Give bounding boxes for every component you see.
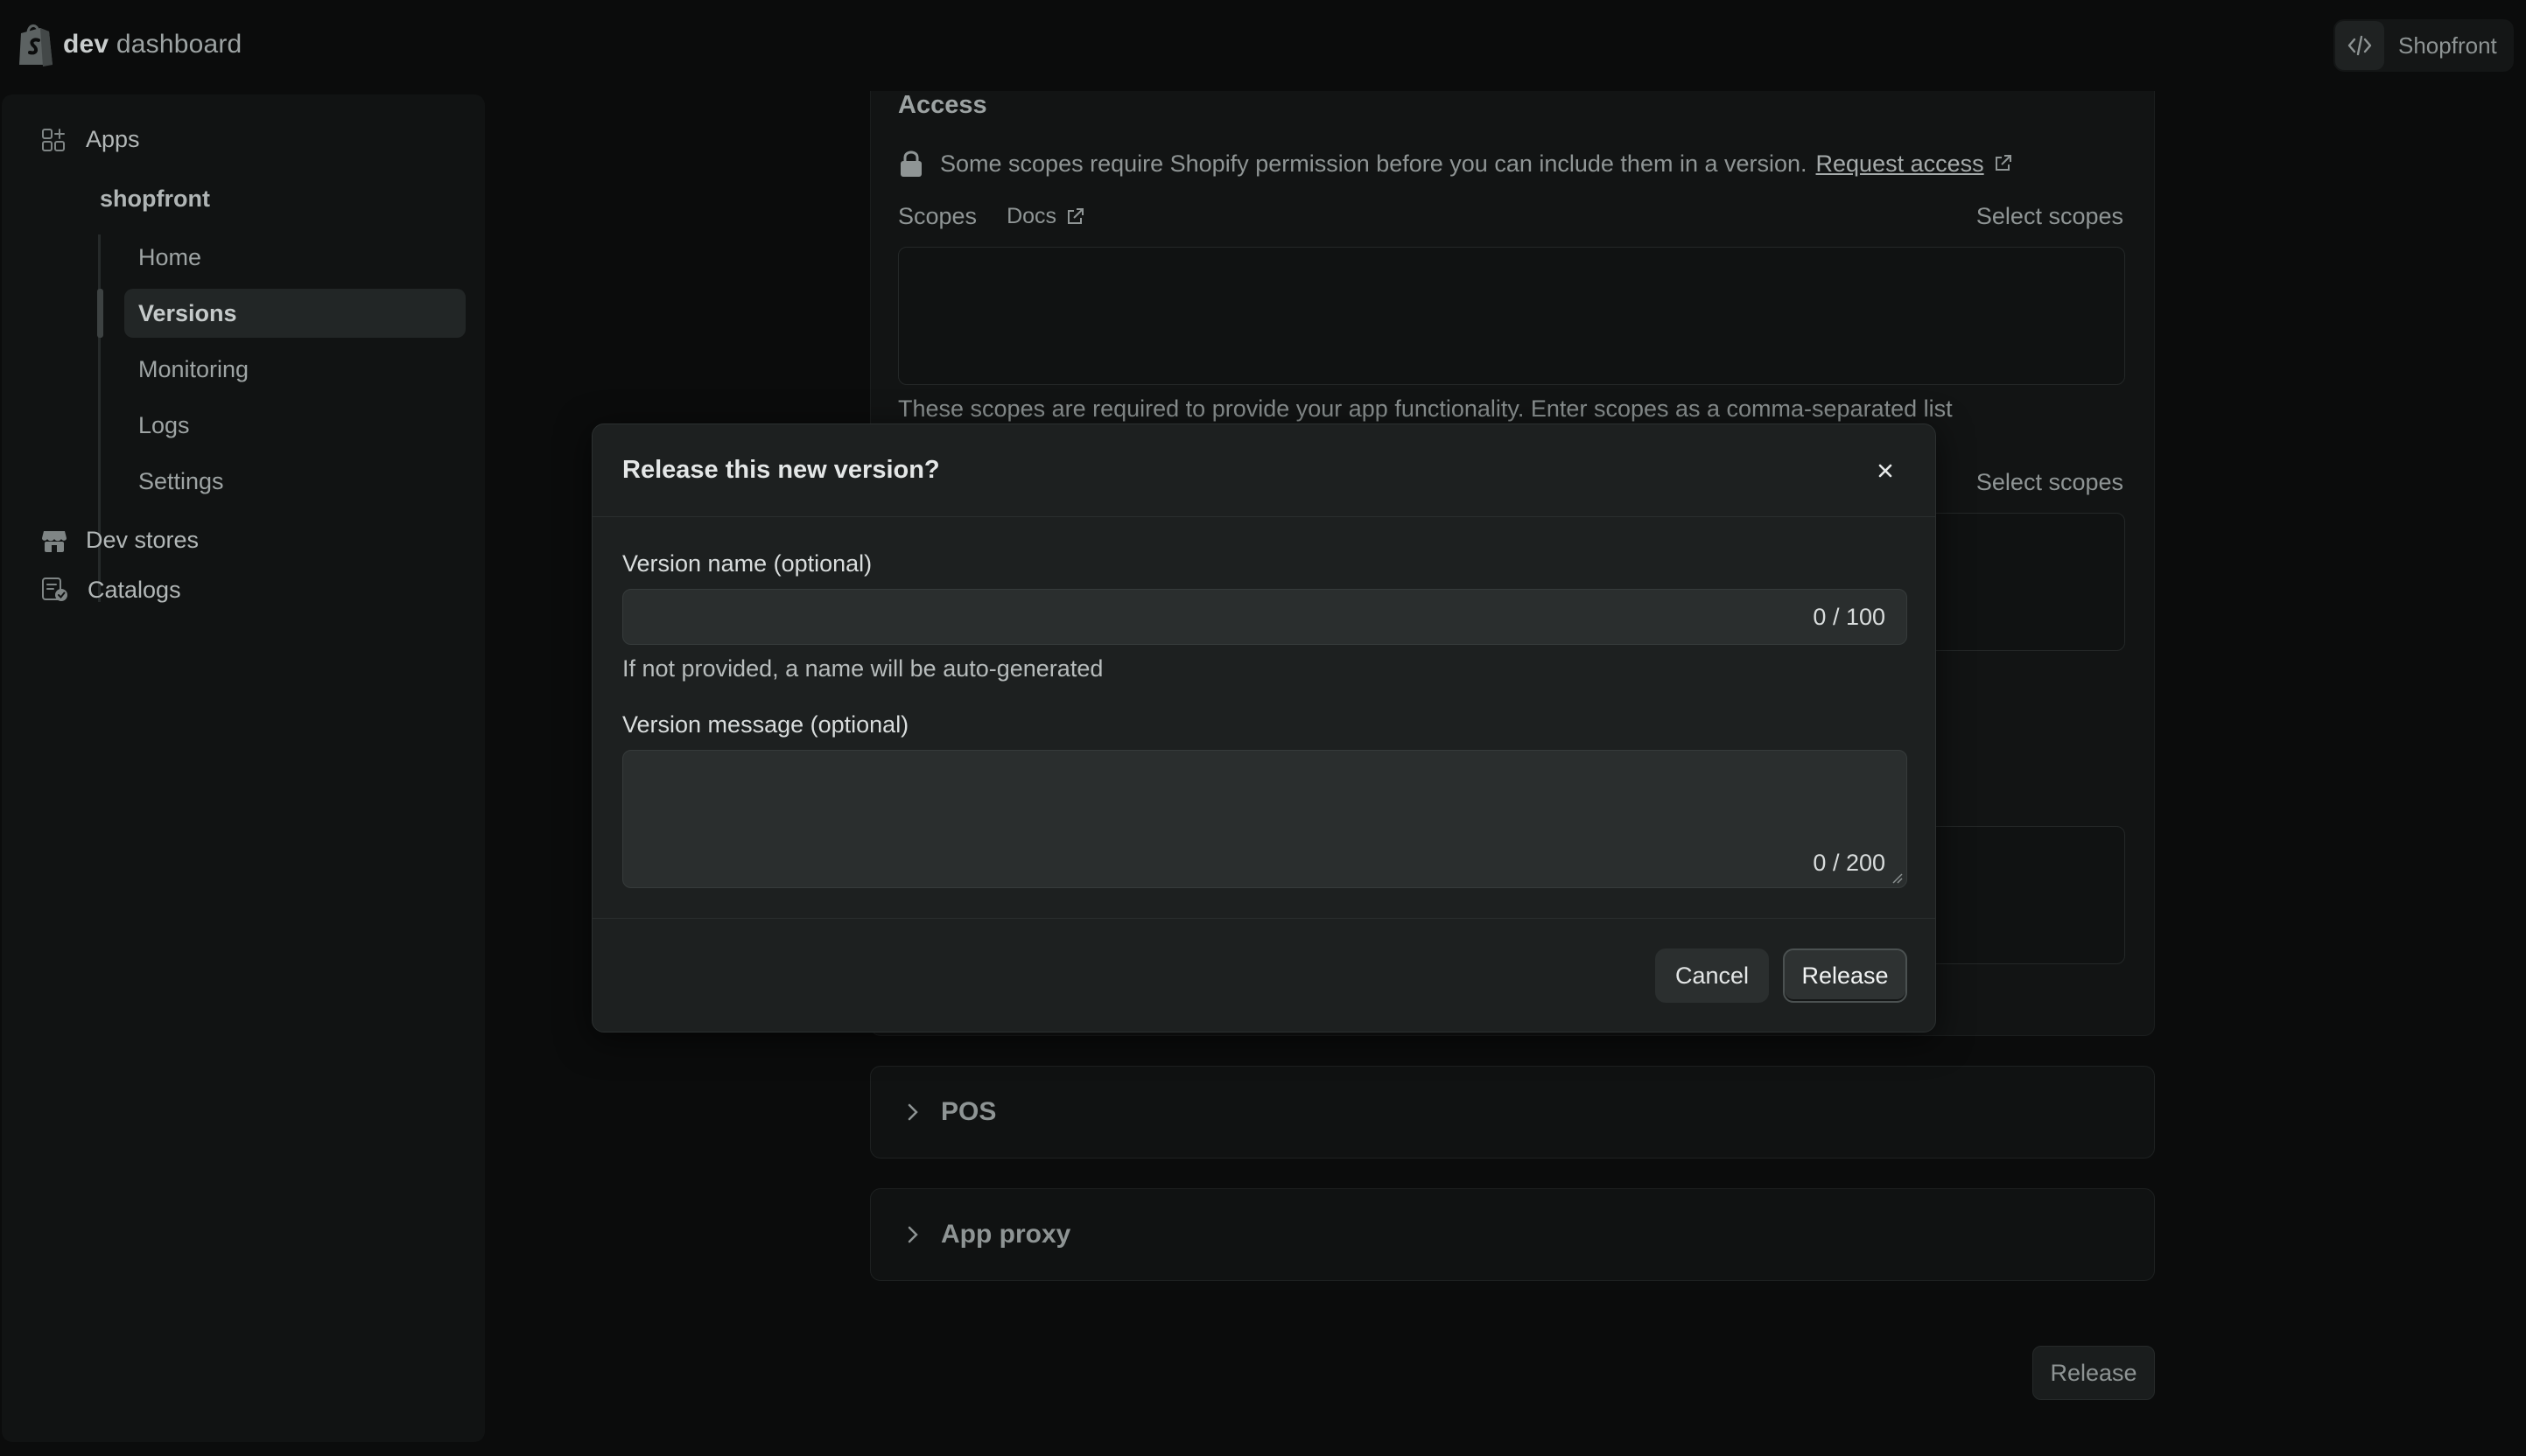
select-scopes-button[interactable]: Select scopes <box>1976 203 2123 230</box>
sidebar: Apps shopfront Home Versions Monitoring … <box>2 94 485 1442</box>
app-proxy-section-title: App proxy <box>941 1220 1071 1249</box>
sidebar-item-dev-stores[interactable]: Dev stores <box>40 527 199 554</box>
shopify-logo-icon <box>19 24 53 66</box>
scopes-help-text: These scopes are required to provide you… <box>898 396 1953 422</box>
brand-title-bold: dev <box>63 30 109 59</box>
brand[interactable]: dev dashboard <box>14 21 242 68</box>
scopes-label: Scopes <box>898 203 978 229</box>
version-message-counter: 0 / 200 <box>1813 850 1885 876</box>
sidebar-item-dev-stores-label: Dev stores <box>86 527 200 553</box>
docs-link[interactable]: Docs <box>1007 204 1088 229</box>
sidebar-item-apps[interactable]: Apps <box>40 126 140 153</box>
version-message-textarea[interactable]: 0 / 200 <box>622 750 1907 888</box>
pos-section-title: POS <box>941 1097 997 1126</box>
store-switcher[interactable]: Shopfront <box>2333 19 2514 72</box>
brand-title-rest: dashboard <box>116 30 242 59</box>
catalog-icon <box>42 578 67 601</box>
close-icon[interactable] <box>1870 456 1900 486</box>
release-version-modal: Release this new version? Version name (… <box>592 424 1936 1032</box>
sidebar-item-versions[interactable]: Versions <box>124 289 466 338</box>
version-name-label: Version name (optional) <box>622 550 873 577</box>
release-button[interactable]: Release <box>1783 948 1907 1003</box>
chevron-right-icon <box>908 1103 918 1121</box>
sidebar-item-home[interactable]: Home <box>124 233 466 282</box>
access-note: Some scopes require Shopify permission b… <box>898 149 2016 178</box>
modal-header: Release this new version? <box>593 424 1935 517</box>
sidebar-item-monitoring[interactable]: Monitoring <box>124 345 466 394</box>
page-release-button[interactable]: Release <box>2032 1346 2155 1400</box>
modal-title: Release this new version? <box>622 456 940 484</box>
request-access-link-label: Request access <box>1815 150 1984 177</box>
sidebar-item-catalogs[interactable]: Catalogs <box>40 576 181 604</box>
cancel-button[interactable]: Cancel <box>1655 948 1769 1003</box>
top-bar: dev dashboard Shopfront <box>0 0 2526 91</box>
version-name-help: If not provided, a name will be auto-gen… <box>622 655 1104 682</box>
external-link-icon <box>1995 155 2011 171</box>
apps-icon <box>42 128 65 151</box>
scopes-row: Scopes Docs <box>898 203 1088 230</box>
code-icon <box>2335 21 2384 70</box>
app-proxy-section[interactable]: App proxy <box>870 1188 2155 1281</box>
store-name: Shopfront <box>2398 32 2497 59</box>
access-note-text: Some scopes require Shopify permission b… <box>940 150 1807 177</box>
lock-icon <box>901 150 922 177</box>
docs-link-label: Docs <box>1007 204 1057 228</box>
store-icon <box>42 530 67 552</box>
version-message-label: Version message (optional) <box>622 711 909 738</box>
version-name-counter: 0 / 100 <box>1813 604 1885 630</box>
sidebar-item-logs[interactable]: Logs <box>124 401 466 450</box>
brand-title: dev dashboard <box>63 30 242 60</box>
subnav-active-indicator <box>97 289 103 338</box>
chevron-right-icon <box>908 1226 918 1243</box>
pos-section[interactable]: POS <box>870 1066 2155 1158</box>
access-title: Access <box>898 91 987 119</box>
request-access-link[interactable]: Request access <box>1816 150 2016 178</box>
sidebar-item-apps-label: Apps <box>86 126 140 152</box>
sidebar-item-settings[interactable]: Settings <box>124 457 466 506</box>
resize-handle-icon[interactable] <box>1891 872 1903 884</box>
sidebar-item-catalogs-label: Catalogs <box>88 576 181 603</box>
modal-footer: Cancel Release <box>593 918 1935 1033</box>
external-link-icon <box>1068 207 1084 224</box>
select-optional-scopes-button[interactable]: Select scopes <box>1976 469 2123 496</box>
scopes-textarea[interactable] <box>898 247 2125 385</box>
app-name[interactable]: shopfront <box>100 186 210 213</box>
version-name-input[interactable]: 0 / 100 <box>622 589 1907 645</box>
